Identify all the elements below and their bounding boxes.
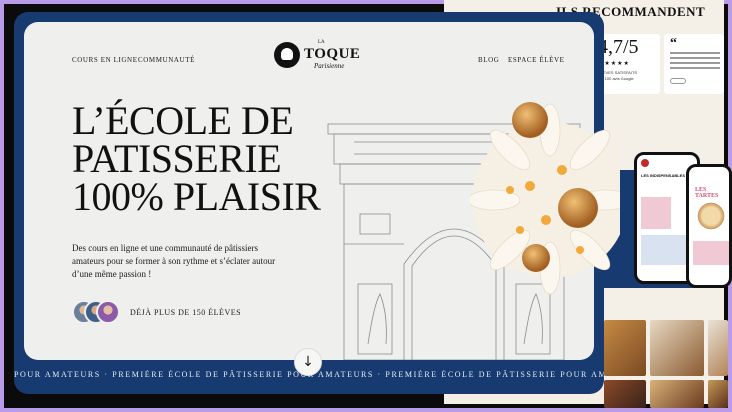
phone-logo-icon: [641, 159, 649, 167]
nav-community[interactable]: COMMUNAUTÉ: [138, 56, 195, 64]
testimonial-card: “: [664, 34, 724, 94]
quote-icon: “: [670, 36, 677, 51]
pastry-thumbnail: [650, 320, 704, 376]
logo-main-text: TOQUE: [304, 46, 361, 62]
phone-title: LES TARTES: [695, 187, 719, 199]
headline-line: L’ÉCOLE DE: [72, 98, 294, 143]
nav-blog[interactable]: BLOG: [478, 56, 499, 64]
students-count: DÉJÀ PLUS DE 150 ÉLÈVES: [130, 308, 242, 317]
headline-line: 100% PLAISIR: [72, 174, 321, 219]
pastry-thumbnail: [708, 320, 728, 376]
logo-script-text: Parisienne: [314, 62, 345, 70]
testimonial-button[interactable]: [670, 78, 686, 84]
hero-description: Des cours en ligne et une communauté de …: [72, 243, 276, 279]
hero-headline: L’ÉCOLE DE PATISSERIE 100% PLAISIR: [72, 98, 321, 219]
phone-mockup: LES TARTES: [686, 164, 732, 288]
rating-score: 4,7/5: [598, 36, 639, 58]
avatar: [96, 300, 120, 324]
pastry-thumbnail: [604, 320, 646, 376]
logo-small-text: LA: [318, 40, 325, 45]
nav-online-courses[interactable]: COURS EN LIGNE: [72, 56, 138, 64]
tart-image: [695, 201, 727, 231]
arrow-down-icon[interactable]: ↓: [294, 348, 322, 376]
testimonial-text: [670, 52, 720, 72]
pastry-thumbnail: [708, 380, 728, 408]
pastry-thumbnail: [604, 380, 646, 408]
student-avatars: [72, 300, 122, 324]
phone-image-block: [641, 197, 671, 229]
pastry-thumbnail: [650, 380, 704, 408]
pastry-image: [470, 102, 620, 295]
phone-title: LES INDISPENSABLES: [641, 173, 686, 178]
phone-image-block: [693, 241, 729, 265]
nav-student-area[interactable]: ESPACE ÉLÈVE: [508, 56, 565, 64]
site-logo[interactable]: LA TOQUE Parisienne: [274, 40, 364, 74]
headline-line: PATISSERIE: [72, 136, 282, 181]
chef-hat-icon: [274, 42, 300, 68]
